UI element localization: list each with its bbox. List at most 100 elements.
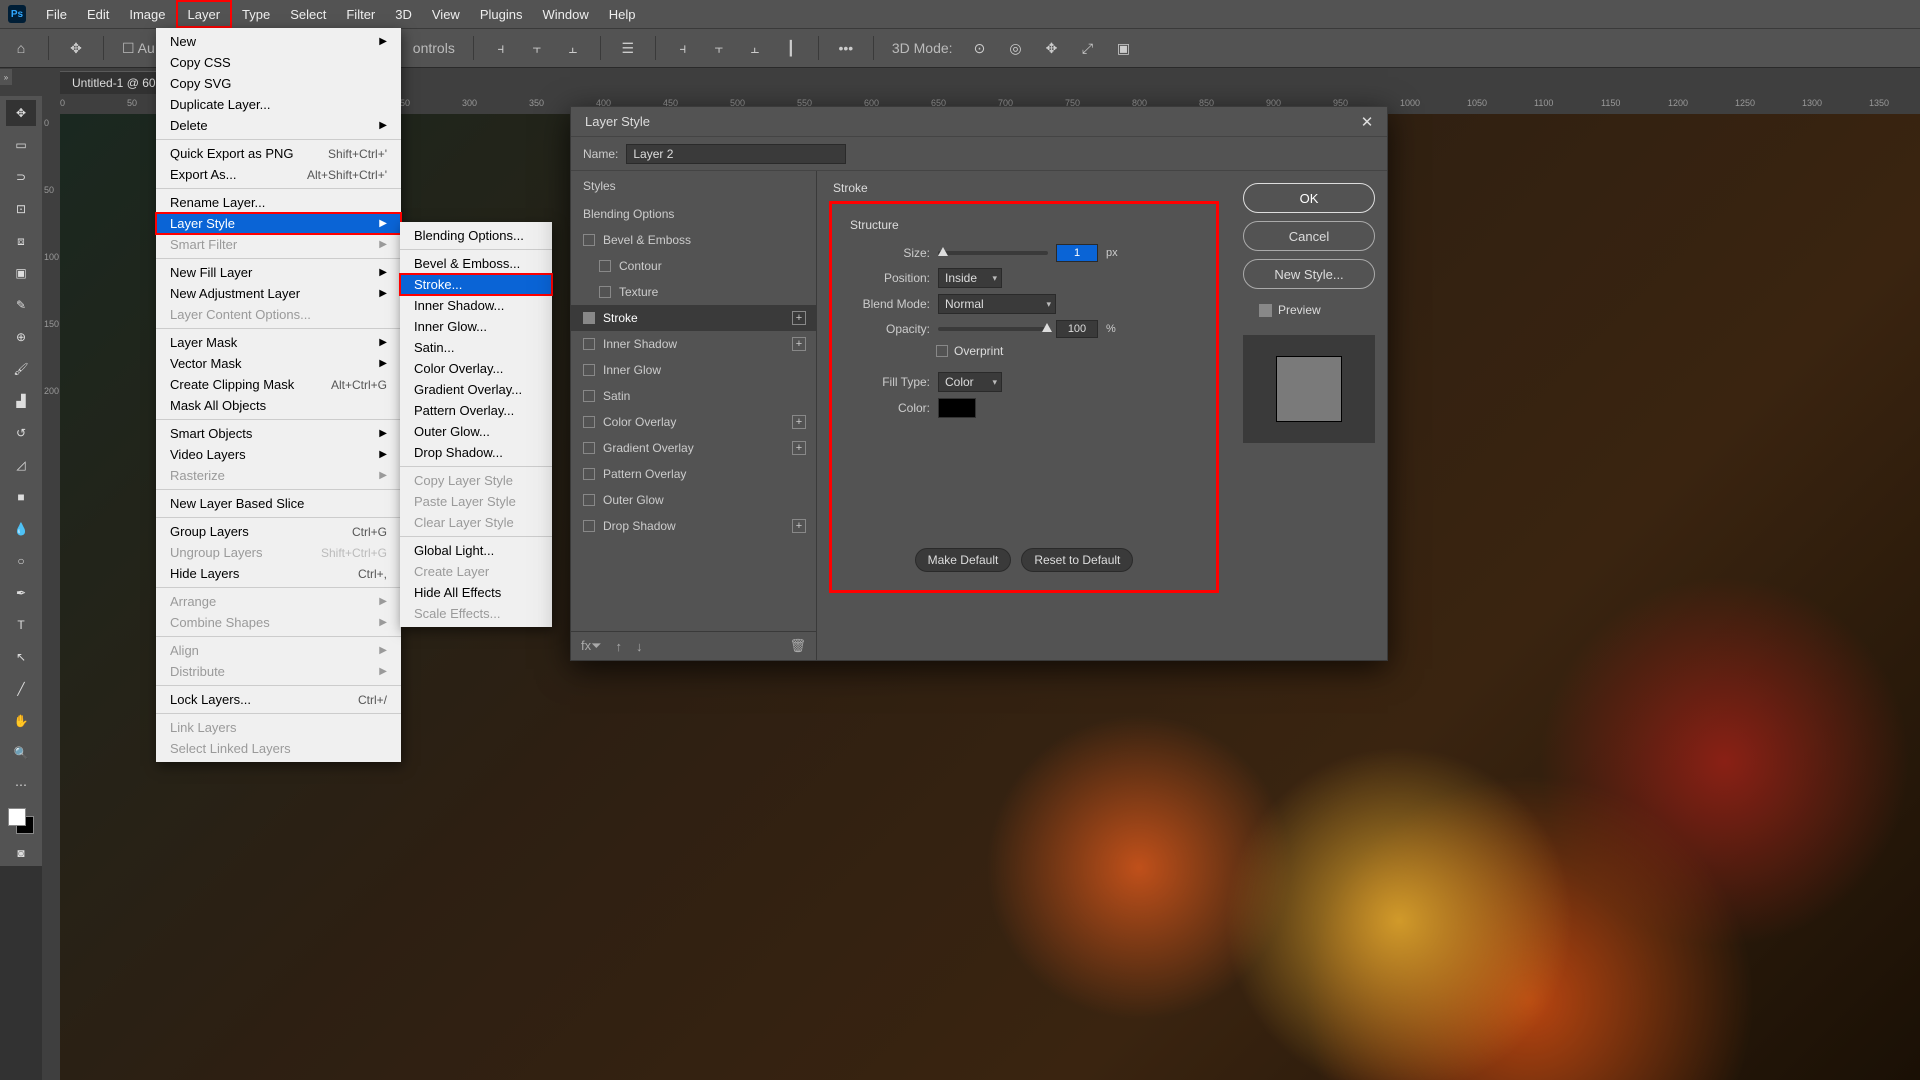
style-checkbox[interactable] bbox=[583, 442, 595, 454]
menu-item-copy-css[interactable]: Copy CSS bbox=[156, 52, 401, 73]
style-checkbox[interactable] bbox=[583, 234, 595, 246]
menu-item-smart-objects[interactable]: Smart Objects▶ bbox=[156, 423, 401, 444]
3d-scale-icon[interactable]: ▣ bbox=[1115, 39, 1133, 57]
gradient-tool[interactable]: ■ bbox=[6, 484, 36, 510]
menu-file[interactable]: File bbox=[36, 0, 77, 28]
move-tool[interactable]: ✥ bbox=[6, 100, 36, 126]
3d-roll-icon[interactable]: ◎ bbox=[1007, 39, 1025, 57]
style-checkbox[interactable] bbox=[583, 338, 595, 350]
style-gradient-overlay[interactable]: Gradient Overlay+ bbox=[571, 435, 816, 461]
style-inner-shadow[interactable]: Inner Shadow+ bbox=[571, 331, 816, 357]
blur-tool[interactable]: 💧 bbox=[6, 516, 36, 542]
selection-tool[interactable]: ⊡ bbox=[6, 196, 36, 222]
crop-tool[interactable]: ⧈ bbox=[6, 228, 36, 254]
foreground-color[interactable] bbox=[8, 808, 26, 826]
autoselect-checkbox[interactable]: ☐ Au bbox=[122, 40, 155, 57]
menu-item-group-layers[interactable]: Group LayersCtrl+G bbox=[156, 521, 401, 542]
preview-checkbox[interactable] bbox=[1259, 304, 1272, 317]
zoom-tool[interactable]: 🔍 bbox=[6, 740, 36, 766]
dodge-tool[interactable]: ○ bbox=[6, 548, 36, 574]
menu-select[interactable]: Select bbox=[280, 0, 336, 28]
3d-slide-icon[interactable]: ⤢ bbox=[1079, 39, 1097, 57]
blend-mode-select[interactable]: Normal bbox=[938, 294, 1056, 314]
make-default-button[interactable]: Make Default bbox=[915, 548, 1012, 572]
brush-tool[interactable]: 🖌 bbox=[6, 356, 36, 382]
menu-item-layer-style[interactable]: Layer Style▶ bbox=[156, 213, 401, 234]
menu-item-new[interactable]: New▶ bbox=[156, 31, 401, 52]
frame-tool[interactable]: ▣ bbox=[6, 260, 36, 286]
3d-pan-icon[interactable]: ✥ bbox=[1043, 39, 1061, 57]
opacity-input[interactable] bbox=[1056, 320, 1098, 338]
trash-icon[interactable]: 🗑 bbox=[789, 638, 806, 654]
menu-edit[interactable]: Edit bbox=[77, 0, 119, 28]
overprint-checkbox[interactable] bbox=[936, 345, 948, 357]
submenu-item-gradient-overlay-[interactable]: Gradient Overlay... bbox=[400, 379, 552, 400]
style-checkbox[interactable] bbox=[583, 468, 595, 480]
move-up-icon[interactable]: ↑ bbox=[616, 639, 623, 654]
3d-orbit-icon[interactable]: ⊙ bbox=[971, 39, 989, 57]
add-effect-icon[interactable]: + bbox=[792, 311, 806, 325]
menu-item-video-layers[interactable]: Video Layers▶ bbox=[156, 444, 401, 465]
name-input[interactable] bbox=[626, 144, 846, 164]
style-checkbox[interactable] bbox=[583, 364, 595, 376]
menu-item-lock-layers-[interactable]: Lock Layers...Ctrl+/ bbox=[156, 689, 401, 710]
style-drop-shadow[interactable]: Drop Shadow+ bbox=[571, 513, 816, 539]
menu-item-delete[interactable]: Delete▶ bbox=[156, 115, 401, 136]
menu-item-new-layer-based-slice[interactable]: New Layer Based Slice bbox=[156, 493, 401, 514]
fx-icon[interactable]: fx⏷ bbox=[581, 638, 602, 654]
style-checkbox[interactable] bbox=[583, 390, 595, 402]
style-pattern-overlay[interactable]: Pattern Overlay bbox=[571, 461, 816, 487]
position-select[interactable]: Inside bbox=[938, 268, 1002, 288]
menu-item-vector-mask[interactable]: Vector Mask▶ bbox=[156, 353, 401, 374]
pen-tool[interactable]: ✒ bbox=[6, 580, 36, 606]
eyedropper-tool[interactable]: ✎ bbox=[6, 292, 36, 318]
style-stroke[interactable]: Stroke+ bbox=[571, 305, 816, 331]
size-slider[interactable] bbox=[938, 251, 1048, 255]
menu-item-new-fill-layer[interactable]: New Fill Layer▶ bbox=[156, 262, 401, 283]
dialog-titlebar[interactable]: Layer Style ✕ bbox=[571, 107, 1387, 137]
stamp-tool[interactable]: ▟ bbox=[6, 388, 36, 414]
opacity-slider[interactable] bbox=[938, 327, 1048, 331]
quickmask-toggle[interactable]: ◙ bbox=[6, 840, 36, 866]
menu-view[interactable]: View bbox=[422, 0, 470, 28]
path-tool[interactable]: ↖ bbox=[6, 644, 36, 670]
more-icon[interactable]: ••• bbox=[837, 39, 855, 57]
menu-help[interactable]: Help bbox=[599, 0, 646, 28]
style-blending-options[interactable]: Blending Options bbox=[571, 201, 816, 227]
edit-toolbar[interactable]: ⋯ bbox=[6, 772, 36, 798]
menu-item-mask-all-objects[interactable]: Mask All Objects bbox=[156, 395, 401, 416]
style-contour[interactable]: Contour bbox=[571, 253, 816, 279]
menu-item-export-as-[interactable]: Export As...Alt+Shift+Ctrl+' bbox=[156, 164, 401, 185]
reset-default-button[interactable]: Reset to Default bbox=[1021, 548, 1133, 572]
menu-image[interactable]: Image bbox=[119, 0, 175, 28]
menu-item-duplicate-layer-[interactable]: Duplicate Layer... bbox=[156, 94, 401, 115]
eraser-tool[interactable]: ◿ bbox=[6, 452, 36, 478]
cancel-button[interactable]: Cancel bbox=[1243, 221, 1375, 251]
style-checkbox[interactable] bbox=[583, 312, 595, 324]
style-texture[interactable]: Texture bbox=[571, 279, 816, 305]
align-left-icon[interactable]: ⫞ bbox=[492, 39, 510, 57]
submenu-item-inner-glow-[interactable]: Inner Glow... bbox=[400, 316, 552, 337]
expand-panels-icon[interactable]: » bbox=[0, 69, 12, 85]
submenu-item-blending-options-[interactable]: Blending Options... bbox=[400, 225, 552, 246]
fill-type-select[interactable]: Color bbox=[938, 372, 1002, 392]
add-effect-icon[interactable]: + bbox=[792, 415, 806, 429]
styles-header[interactable]: Styles bbox=[571, 171, 816, 201]
submenu-item-outer-glow-[interactable]: Outer Glow... bbox=[400, 421, 552, 442]
menu-layer[interactable]: Layer bbox=[176, 0, 233, 28]
align-center-h-icon[interactable]: ⫟ bbox=[528, 39, 546, 57]
close-button[interactable]: ✕ bbox=[1357, 112, 1377, 132]
menu-filter[interactable]: Filter bbox=[336, 0, 385, 28]
move-down-icon[interactable]: ↓ bbox=[636, 639, 643, 654]
history-brush-tool[interactable]: ↺ bbox=[6, 420, 36, 446]
distribute-vertical-icon[interactable]: ┃ bbox=[782, 39, 800, 57]
move-tool-icon[interactable]: ✥ bbox=[67, 39, 85, 57]
menu-item-create-clipping-mask[interactable]: Create Clipping MaskAlt+Ctrl+G bbox=[156, 374, 401, 395]
submenu-item-drop-shadow-[interactable]: Drop Shadow... bbox=[400, 442, 552, 463]
home-icon[interactable]: ⌂ bbox=[12, 39, 30, 57]
heal-tool[interactable]: ⊕ bbox=[6, 324, 36, 350]
style-checkbox[interactable] bbox=[583, 494, 595, 506]
submenu-item-color-overlay-[interactable]: Color Overlay... bbox=[400, 358, 552, 379]
submenu-item-stroke-[interactable]: Stroke... bbox=[400, 274, 552, 295]
style-color-overlay[interactable]: Color Overlay+ bbox=[571, 409, 816, 435]
